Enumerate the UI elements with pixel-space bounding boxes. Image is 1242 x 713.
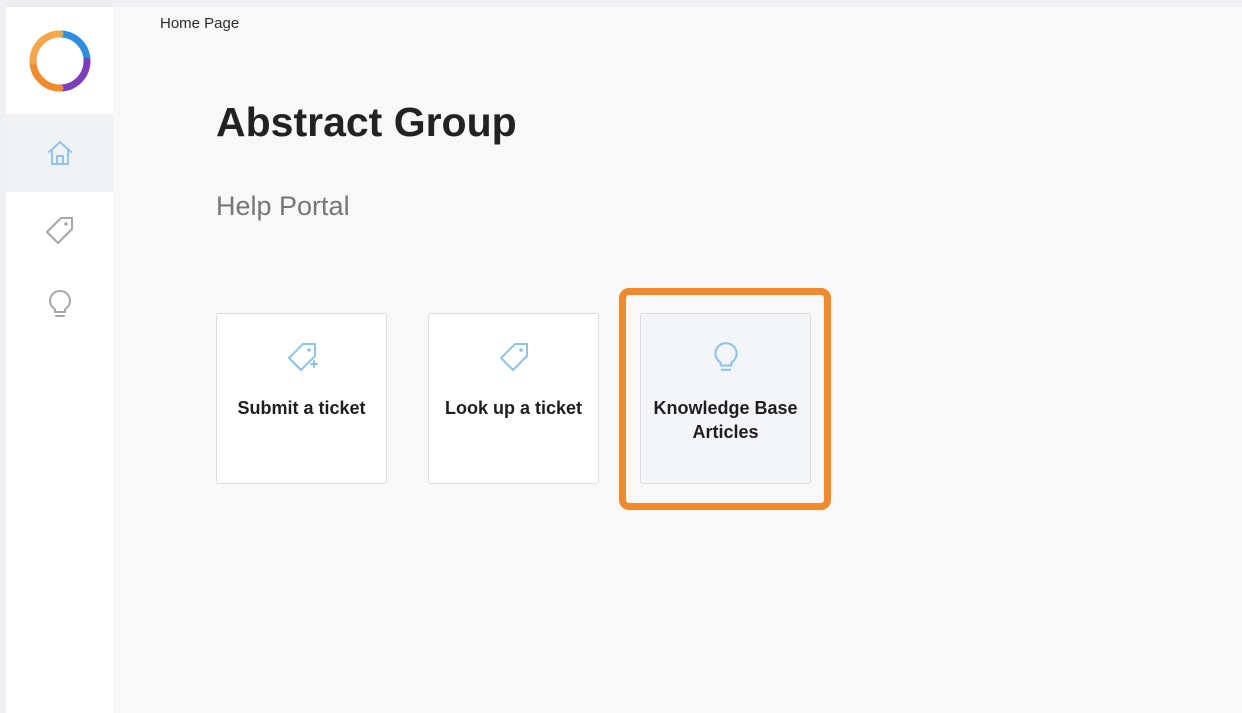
knowledge-base-card[interactable]: Knowledge Base Articles bbox=[640, 313, 811, 484]
submit-ticket-card[interactable]: Submit a ticket bbox=[216, 313, 387, 484]
tag-plus-icon bbox=[287, 343, 318, 371]
lightbulb-icon bbox=[48, 290, 71, 317]
lightbulb-icon bbox=[713, 342, 738, 371]
page-title: Abstract Group bbox=[216, 99, 517, 145]
submit-ticket-label: Submit a ticket bbox=[237, 398, 366, 418]
breadcrumb[interactable]: Home Page bbox=[160, 15, 239, 32]
main-content: Home Page Abstract Group Help Portal Sub… bbox=[113, 7, 1242, 713]
knowledge-base-label: Knowledge Base Articles bbox=[653, 398, 798, 442]
lookup-ticket-label: Look up a ticket bbox=[444, 398, 583, 418]
tag-icon bbox=[499, 343, 528, 371]
sidebar bbox=[6, 7, 113, 713]
ring-logo-icon bbox=[29, 30, 90, 91]
sidebar-item-tickets[interactable] bbox=[6, 193, 113, 267]
lookup-ticket-card[interactable]: Look up a ticket bbox=[428, 313, 599, 484]
logo[interactable] bbox=[6, 7, 113, 114]
sidebar-item-knowledge-base[interactable] bbox=[6, 267, 113, 341]
page-subtitle: Help Portal bbox=[216, 191, 350, 221]
home-icon bbox=[47, 141, 72, 165]
sidebar-item-home[interactable] bbox=[6, 114, 113, 192]
tag-icon bbox=[45, 217, 73, 244]
app-window: Home Page Abstract Group Help Portal Sub… bbox=[0, 0, 1242, 713]
